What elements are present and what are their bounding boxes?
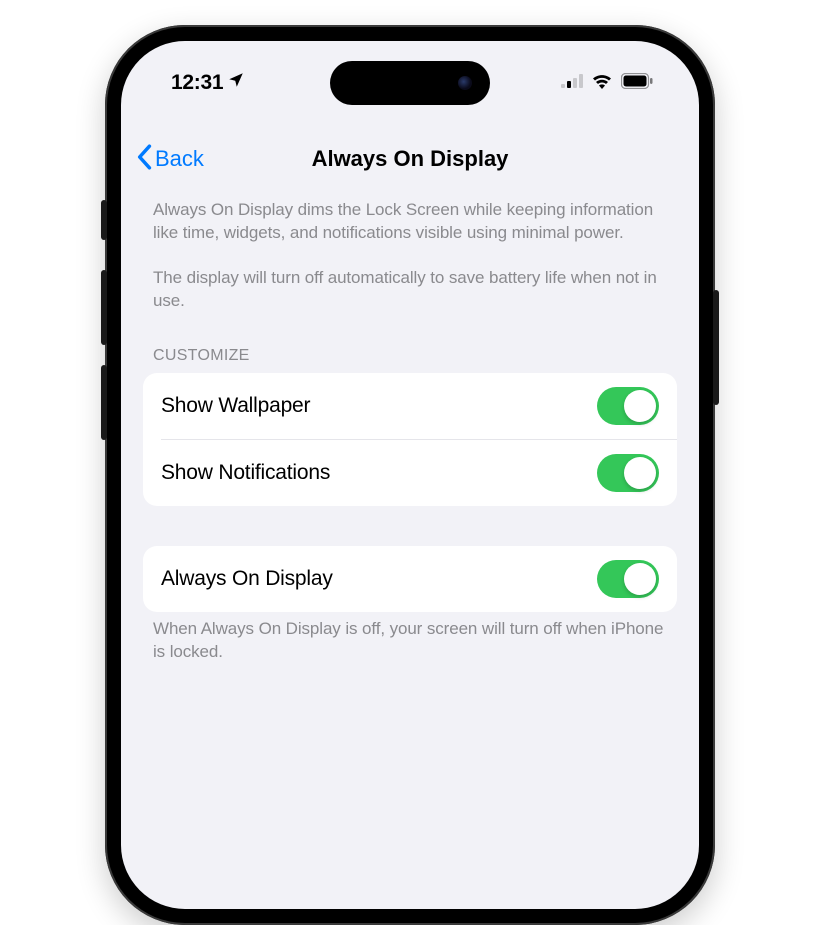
toggle-knob xyxy=(624,390,656,422)
toggle-knob xyxy=(624,563,656,595)
row-label: Always On Display xyxy=(161,567,333,591)
intro-paragraph-2: The display will turn off automatically … xyxy=(153,267,667,313)
toggle-show-wallpaper[interactable] xyxy=(597,387,659,425)
toggle-show-notifications[interactable] xyxy=(597,454,659,492)
row-label: Show Wallpaper xyxy=(161,394,310,418)
status-right xyxy=(561,73,653,94)
side-button-volume-up xyxy=(101,270,107,345)
battery-icon xyxy=(621,73,653,94)
camera-lens-icon xyxy=(458,76,472,90)
intro-text: Always On Display dims the Lock Screen w… xyxy=(143,193,677,313)
content-scroll[interactable]: Always On Display dims the Lock Screen w… xyxy=(121,193,699,909)
toggle-knob xyxy=(624,457,656,489)
back-button[interactable]: Back xyxy=(135,144,204,175)
screen: 12:31 xyxy=(121,41,699,909)
section-header-customize: CUSTOMIZE xyxy=(153,347,677,365)
intro-paragraph-1: Always On Display dims the Lock Screen w… xyxy=(153,199,667,245)
cellular-icon xyxy=(561,74,583,93)
row-always-on-display: Always On Display xyxy=(143,546,677,612)
toggle-always-on-display[interactable] xyxy=(597,560,659,598)
customize-group: Show Wallpaper Show Notifications xyxy=(143,373,677,506)
nav-bar: Back Always On Display xyxy=(121,131,699,187)
location-icon xyxy=(227,71,245,95)
dynamic-island xyxy=(330,61,490,105)
row-show-notifications: Show Notifications xyxy=(161,439,677,506)
side-button-volume-down xyxy=(101,365,107,440)
back-label: Back xyxy=(155,146,204,172)
page-title: Always On Display xyxy=(312,146,509,172)
row-label: Show Notifications xyxy=(161,461,330,485)
chevron-left-icon xyxy=(135,144,153,175)
status-left: 12:31 xyxy=(171,71,245,95)
footer-text: When Always On Display is off, your scre… xyxy=(143,612,677,664)
status-time: 12:31 xyxy=(171,71,223,95)
row-show-wallpaper: Show Wallpaper xyxy=(143,373,677,439)
side-button-power xyxy=(713,290,719,405)
iphone-frame: 12:31 xyxy=(105,25,715,925)
main-group: Always On Display xyxy=(143,546,677,612)
wifi-icon xyxy=(591,73,613,94)
side-button-mute xyxy=(101,200,107,240)
